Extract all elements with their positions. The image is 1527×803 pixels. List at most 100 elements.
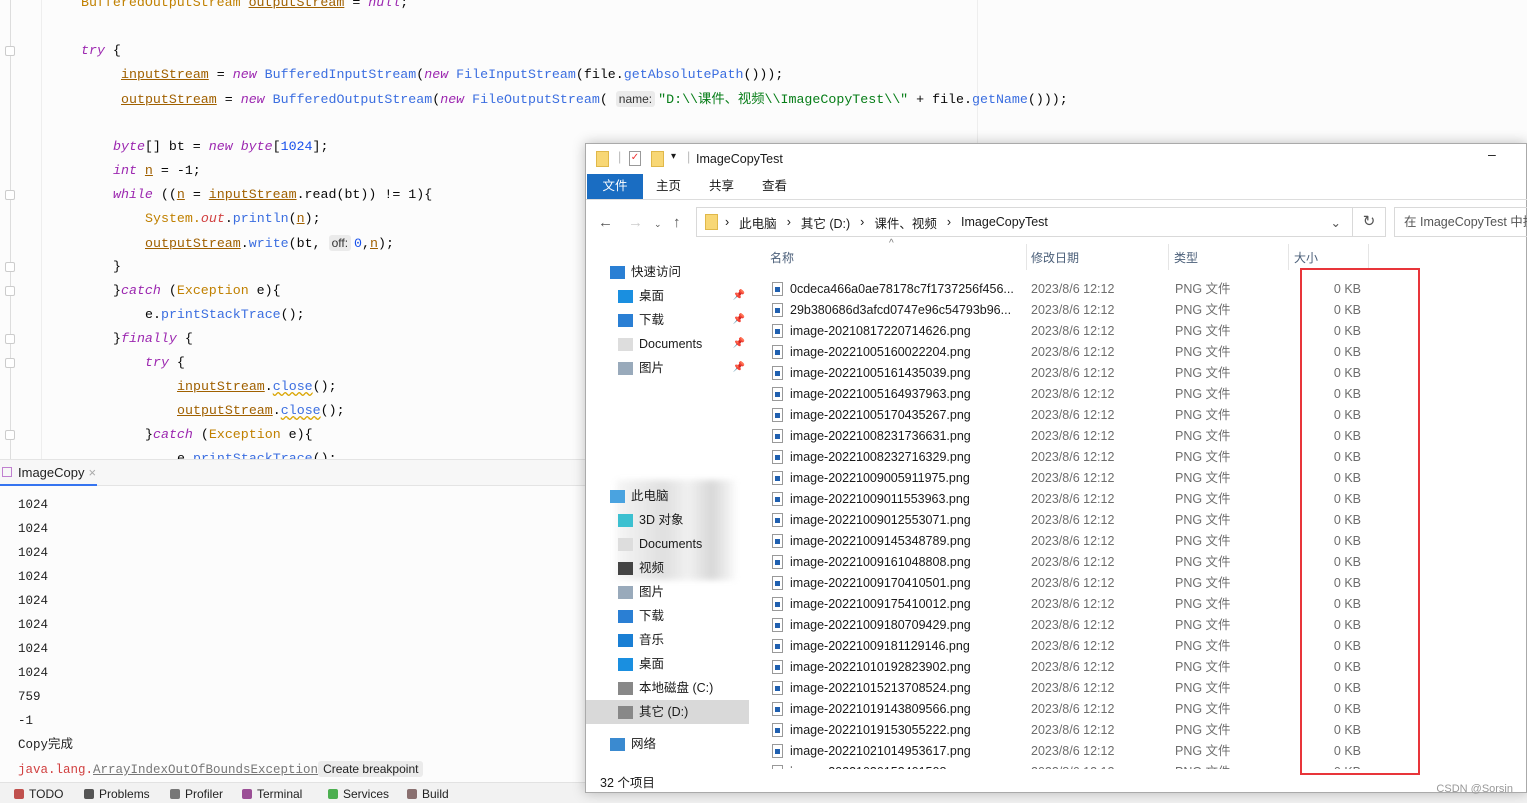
file-row[interactable]: image-20221009005911975.png 2023/8/6 12:1…: [770, 468, 1370, 489]
fold-marker-icon[interactable]: [5, 430, 15, 440]
file-row[interactable]: image-20221009161048808.png 2023/8/6 12:1…: [770, 552, 1370, 573]
code-line[interactable]: try {: [81, 39, 121, 63]
file-row[interactable]: image-20210817220714626.png 2023/8/6 12:1…: [770, 321, 1370, 342]
file-row[interactable]: image-20221008231736631.png 2023/8/6 12:1…: [770, 426, 1370, 447]
breadcrumb-item[interactable]: 课件、视频: [874, 213, 937, 232]
file-name: image-20221009012553071.png: [790, 513, 971, 527]
tab-file[interactable]: 文件: [587, 174, 643, 199]
file-row[interactable]: image-20221005160022204.png 2023/8/6 12:1…: [770, 342, 1370, 363]
file-date: 2023/8/6 12:12: [1031, 408, 1115, 422]
column-date[interactable]: 修改日期: [1031, 244, 1079, 272]
code-line[interactable]: int n = -1;: [113, 159, 201, 183]
image-file-icon: [772, 366, 783, 380]
file-name: image-20221009005911975.png: [790, 471, 970, 485]
properties-icon[interactable]: ✓: [629, 151, 641, 166]
tab-share[interactable]: 共享: [709, 174, 734, 199]
profiler-icon: [170, 789, 180, 799]
back-button[interactable]: ←: [598, 214, 613, 231]
file-row[interactable]: image-20221009181129146.png 2023/8/6 12:1…: [770, 636, 1370, 657]
code-line[interactable]: inputStream = new BufferedInputStream(ne…: [121, 63, 783, 87]
minimize-button[interactable]: –: [1488, 146, 1496, 162]
fold-marker-icon[interactable]: [5, 334, 15, 344]
file-row[interactable]: image-20221009175410012.png 2023/8/6 12:1…: [770, 594, 1370, 615]
column-name[interactable]: 名称: [770, 244, 794, 272]
tool-window-terminal[interactable]: Terminal: [242, 787, 302, 801]
file-row[interactable]: image-20221005161435039.png 2023/8/6 12:1…: [770, 363, 1370, 384]
file-row[interactable]: image-20221009012553071.png 2023/8/6 12:1…: [770, 510, 1370, 531]
file-row[interactable]: image-20221030153401508.png 2023/8/6 12:1…: [770, 762, 1370, 769]
code-line[interactable]: byte[] bt = new byte[1024];: [113, 135, 328, 159]
refresh-button[interactable]: ↻: [1352, 207, 1386, 237]
customize-toolbar-icon[interactable]: ▾: [671, 151, 676, 162]
fold-marker-icon[interactable]: [5, 46, 15, 56]
create-breakpoint-button[interactable]: Create breakpoint: [318, 761, 424, 777]
code-line[interactable]: }catch (Exception e){: [145, 423, 313, 447]
chevron-down-icon[interactable]: ⌄: [1331, 215, 1341, 230]
file-row[interactable]: image-20221009145348789.png 2023/8/6 12:1…: [770, 531, 1370, 552]
fold-marker-icon[interactable]: [5, 190, 15, 200]
console-line: 1024: [18, 498, 49, 512]
recent-locations-button[interactable]: ⌄: [654, 219, 662, 230]
tool-window-profiler[interactable]: Profiler: [170, 787, 223, 801]
file-date: 2023/8/6 12:12: [1031, 471, 1115, 485]
code-line[interactable]: }: [113, 255, 121, 279]
fold-marker-icon[interactable]: [5, 262, 15, 272]
file-row[interactable]: image-20221021014953617.png 2023/8/6 12:1…: [770, 741, 1370, 762]
file-row[interactable]: image-20221009011553963.png 2023/8/6 12:1…: [770, 489, 1370, 510]
search-input[interactable]: 在 ImageCopyTest 中搜索: [1394, 207, 1527, 237]
code-line[interactable]: outputStream.close();: [177, 399, 345, 423]
code-line[interactable]: }finally {: [113, 327, 193, 351]
code-token: outputStream: [145, 236, 241, 251]
file-row[interactable]: image-20221010192823902.png 2023/8/6 12:1…: [770, 657, 1370, 678]
file-row[interactable]: image-20221019153055222.png 2023/8/6 12:1…: [770, 720, 1370, 741]
code-line[interactable]: e.printStackTrace();: [145, 303, 305, 327]
file-row[interactable]: image-20221005164937963.png 2023/8/6 12:1…: [770, 384, 1370, 405]
run-config-icon: [2, 467, 12, 477]
fold-marker-icon[interactable]: [5, 286, 15, 296]
address-bar[interactable]: › 此电脑 › 其它 (D:) › 课件、视频 › ImageCopyTest ⌄: [696, 207, 1386, 237]
code-token: while: [113, 187, 153, 202]
column-divider: [1168, 244, 1169, 270]
forward-button[interactable]: →: [628, 214, 643, 231]
fold-marker-icon[interactable]: [5, 358, 15, 368]
up-button[interactable]: ↑: [673, 214, 681, 231]
breadcrumb-item[interactable]: 此电脑: [739, 213, 777, 232]
file-row[interactable]: image-20221015213708524.png 2023/8/6 12:1…: [770, 678, 1370, 699]
breadcrumb-item[interactable]: 其它 (D:): [801, 213, 850, 232]
code-token: =: [344, 0, 369, 10]
tab-home[interactable]: 主页: [656, 174, 681, 199]
new-folder-icon[interactable]: [651, 151, 664, 167]
tool-window-todo[interactable]: TODO: [14, 787, 63, 801]
file-row[interactable]: image-20221009170410501.png 2023/8/6 12:1…: [770, 573, 1370, 594]
file-row[interactable]: image-20221009180709429.png 2023/8/6 12:1…: [770, 615, 1370, 636]
code-line[interactable]: outputStream.write(bt, off: 0,n);: [145, 231, 394, 255]
file-type: PNG 文件: [1175, 408, 1231, 422]
code-token: ()));: [1027, 92, 1068, 107]
code-line[interactable]: outputStream = new BufferedOutputStream (…: [121, 87, 1068, 111]
code-token: (bt,: [288, 236, 329, 251]
file-row[interactable]: 0cdeca466a0ae78178c7f1737256f456... 2023/…: [770, 279, 1370, 300]
file-row[interactable]: 29b380686d3afcd0747e96c54793b96... 2023/8…: [770, 300, 1370, 321]
code-token: {: [104, 43, 121, 58]
file-type: PNG 文件: [1175, 450, 1231, 464]
tab-imagecopy[interactable]: ImageCopy ×: [0, 460, 97, 486]
code-line[interactable]: try {: [145, 351, 185, 375]
tool-window-problems[interactable]: Problems: [84, 787, 150, 801]
file-row[interactable]: image-20221005170435267.png 2023/8/6 12:1…: [770, 405, 1370, 426]
exception-link[interactable]: ArrayIndexOutOfBoundsException: [93, 763, 318, 777]
tab-view[interactable]: 查看: [762, 174, 787, 199]
code-line[interactable]: while ((n = inputStream.read(bt)) != 1){: [113, 183, 432, 207]
code-line[interactable]: BufferedOutputStream outputStream = null…: [81, 0, 408, 15]
file-row[interactable]: image-20221019143809566.png 2023/8/6 12:1…: [770, 699, 1370, 720]
tool-window-services[interactable]: Services: [328, 787, 389, 801]
code-line[interactable]: inputStream.close();: [177, 375, 337, 399]
code-token: ();: [320, 403, 345, 418]
breadcrumb-item[interactable]: ImageCopyTest: [961, 215, 1048, 229]
file-name: image-20221019143809566.png: [790, 702, 971, 716]
code-line[interactable]: }catch (Exception e){: [113, 279, 281, 303]
code-line[interactable]: System.out.println(n);: [145, 207, 321, 231]
close-icon[interactable]: ×: [88, 465, 96, 480]
file-row[interactable]: image-20221008232716329.png 2023/8/6 12:1…: [770, 447, 1370, 468]
column-type[interactable]: 类型: [1174, 244, 1198, 272]
tool-window-build[interactable]: Build: [407, 787, 449, 801]
